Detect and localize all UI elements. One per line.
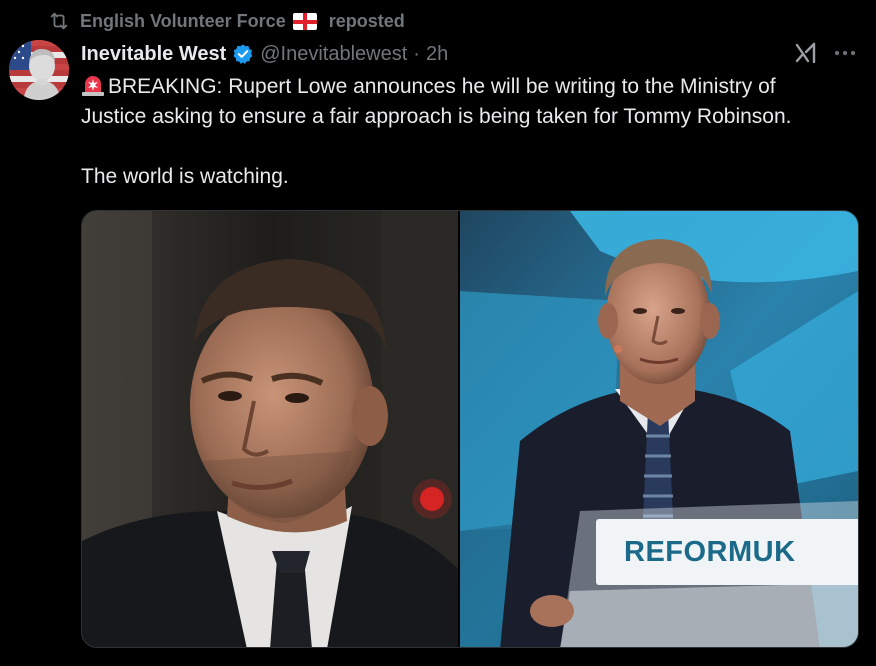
author-display-name[interactable]: Inevitable West xyxy=(81,43,226,66)
siren-emoji-icon xyxy=(81,73,105,97)
tweet-media[interactable]: REFORMUK xyxy=(81,210,859,648)
podium-text: REFORMUK xyxy=(624,535,796,568)
verified-badge-icon[interactable] xyxy=(232,43,254,65)
avatar[interactable] xyxy=(9,40,69,100)
more-options-icon[interactable] xyxy=(833,40,857,66)
tweet-header: Inevitable West @Inevitablewest · 2h xyxy=(81,40,448,68)
tweet-line-2: Justice asking to ensure a fair approach… xyxy=(81,105,792,128)
repost-user-link[interactable]: English Volunteer Force xyxy=(80,11,319,32)
tweet-body: BREAKING: Rupert Lowe announces he will … xyxy=(81,72,861,192)
repost-icon xyxy=(48,10,70,32)
repost-user-name[interactable]: English Volunteer Force xyxy=(80,11,286,31)
grok-icon[interactable] xyxy=(793,40,819,66)
england-flag-icon xyxy=(292,13,317,31)
repost-label: reposted xyxy=(328,10,405,31)
author-handle[interactable]: @Inevitablewest xyxy=(260,43,407,66)
tweet-line-3: The world is watching. xyxy=(81,165,289,188)
post-timestamp[interactable]: 2h xyxy=(426,43,448,66)
photo-rupert-lowe[interactable]: REFORMUK xyxy=(460,211,858,647)
podium-sign: REFORMUK xyxy=(596,519,858,585)
tweet-line-1: BREAKING: Rupert Lowe announces he will … xyxy=(108,75,776,98)
repost-context: English Volunteer Force reposted xyxy=(48,9,405,33)
separator-dot: · xyxy=(413,42,420,65)
photo-tommy-robinson[interactable] xyxy=(82,211,460,647)
